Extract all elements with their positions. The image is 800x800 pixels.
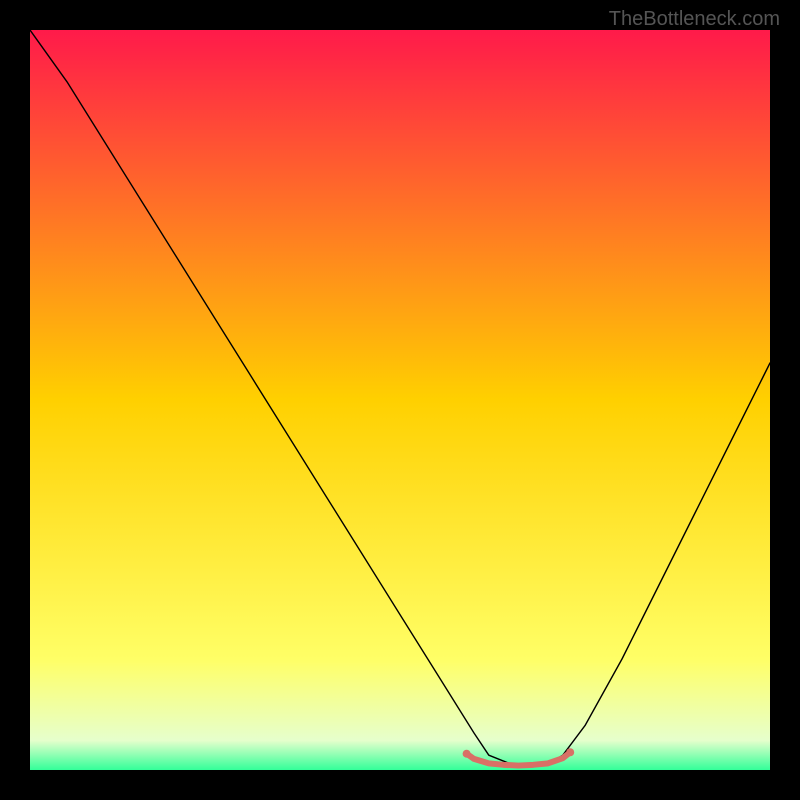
marker-right-end-dot (566, 748, 574, 756)
marker-left-end-dot (463, 750, 471, 758)
chart-area (30, 30, 770, 770)
chart-background (30, 30, 770, 770)
watermark-text: TheBottleneck.com (609, 8, 780, 31)
chart-svg (30, 30, 770, 770)
